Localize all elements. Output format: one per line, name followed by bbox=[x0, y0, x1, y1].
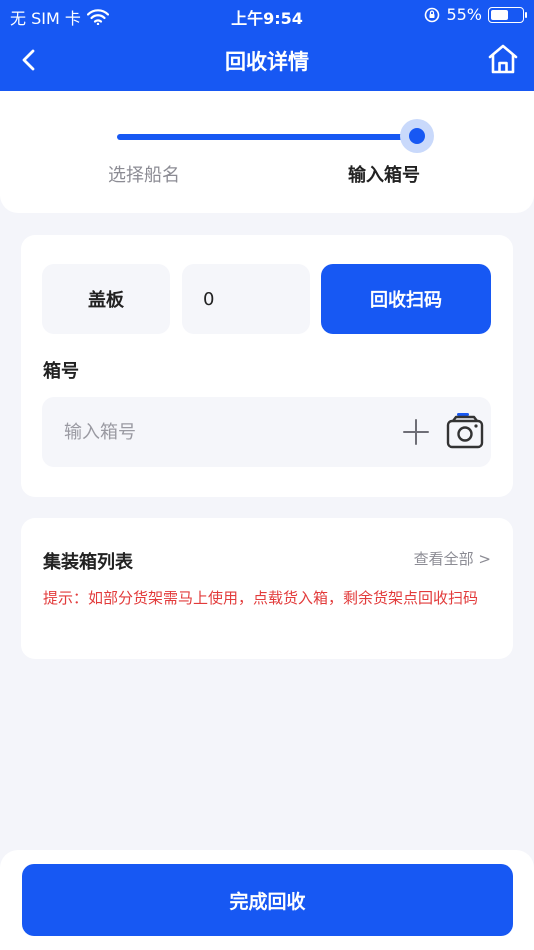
battery-icon bbox=[488, 6, 527, 23]
view-all-link[interactable]: 查看全部 > bbox=[414, 548, 491, 569]
box-number-label: 箱号 bbox=[43, 361, 79, 382]
container-list-card: 集装箱列表 查看全部 > 提示：如部分货架需马上使用，点载货入箱，剩余货架点回收… bbox=[21, 518, 513, 659]
step-select-ship[interactable]: 选择船名 bbox=[108, 161, 180, 187]
camera-icon[interactable] bbox=[445, 410, 485, 452]
cover-label: 盖板 bbox=[42, 264, 170, 334]
battery-fill bbox=[491, 9, 508, 20]
box-number-field bbox=[42, 397, 491, 467]
battery-text: 55% bbox=[446, 5, 482, 24]
steps-card: 选择船名 输入箱号 bbox=[0, 91, 534, 213]
steps-current-dot bbox=[400, 119, 434, 153]
box-number-input[interactable] bbox=[64, 415, 364, 449]
orientation-lock-icon bbox=[425, 7, 440, 22]
container-list-title: 集装箱列表 bbox=[43, 552, 133, 573]
status-bar: 无 SIM 卡 上午9:54 55% bbox=[0, 0, 534, 30]
step-input-box[interactable]: 输入箱号 bbox=[348, 161, 420, 187]
recycle-scan-button[interactable]: 回收扫码 bbox=[321, 264, 491, 334]
header: 无 SIM 卡 上午9:54 55% 回收详情 bbox=[0, 0, 534, 91]
hint-text: 提示：如部分货架需马上使用，点载货入箱，剩余货架点回收扫码 bbox=[43, 589, 479, 607]
steps-progress-track bbox=[117, 134, 417, 140]
finish-recycle-button[interactable]: 完成回收 bbox=[22, 864, 513, 936]
home-icon[interactable] bbox=[486, 42, 520, 76]
status-right: 55% bbox=[424, 5, 527, 24]
bottom-bar: 完成回收 bbox=[0, 850, 534, 950]
steps-current-dot-inner bbox=[409, 128, 425, 144]
page-title: 回收详情 bbox=[225, 50, 309, 74]
cover-count[interactable]: 0 bbox=[182, 264, 310, 334]
nav-bar: 回收详情 bbox=[0, 30, 534, 91]
recycle-form-card: 盖板 0 回收扫码 箱号 bbox=[21, 235, 513, 497]
plus-icon[interactable] bbox=[401, 417, 431, 447]
